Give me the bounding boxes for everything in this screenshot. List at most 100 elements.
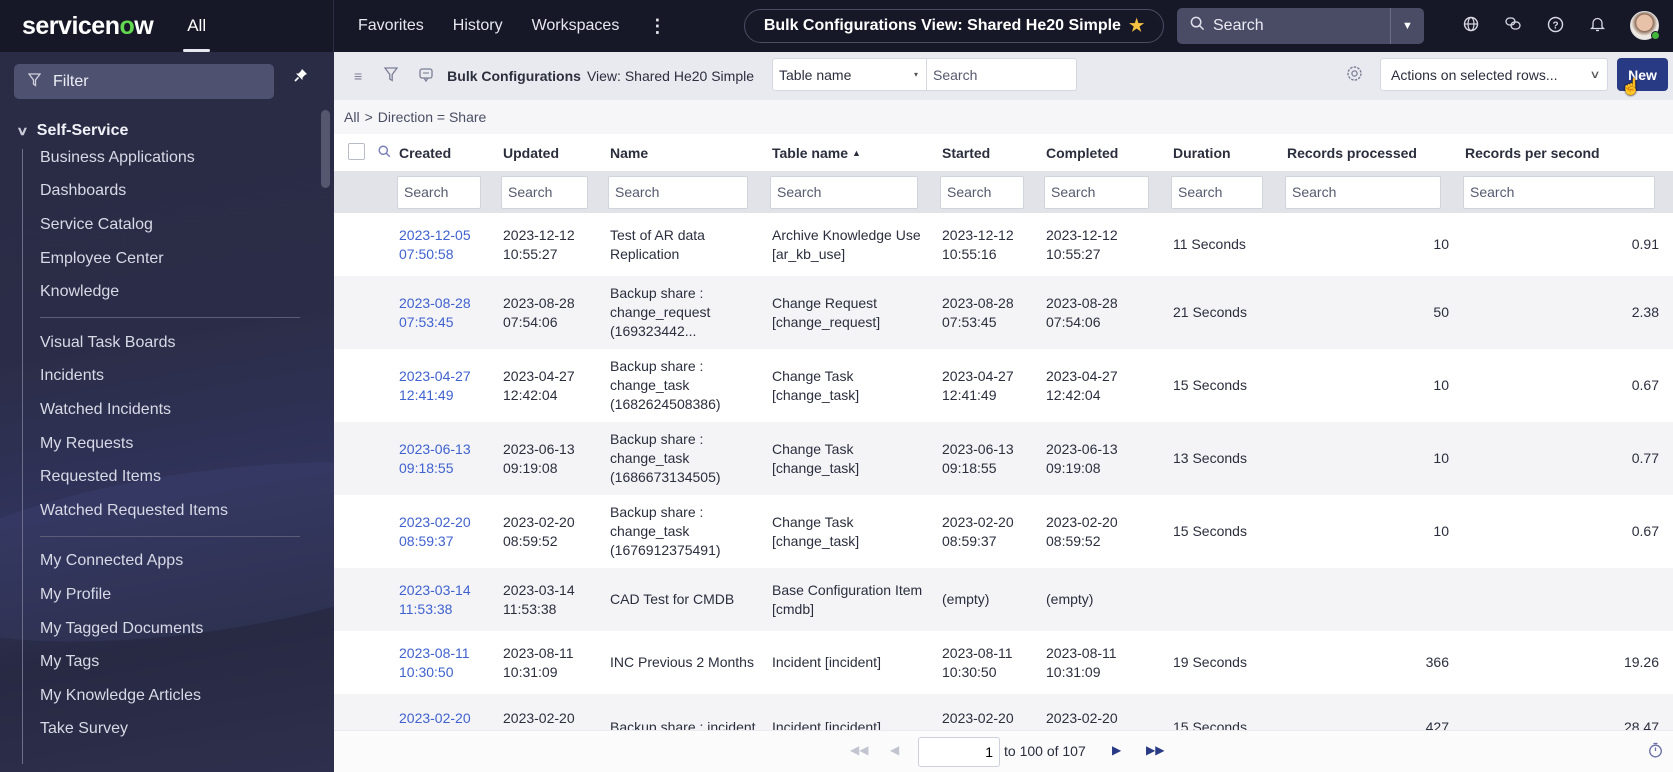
column-search-toggle <box>364 134 397 171</box>
search-table-name[interactable] <box>770 175 918 209</box>
sidebar-item-service-catalog[interactable]: Service Catalog <box>40 208 300 242</box>
user-avatar[interactable] <box>1630 11 1660 40</box>
search-updated[interactable] <box>501 175 588 209</box>
cell-created[interactable]: 2023-03-14 11:53:38 <box>397 568 501 631</box>
servicenow-logo[interactable]: servicenow <box>22 12 154 41</box>
nav-history[interactable]: History <box>453 17 503 35</box>
cell-created[interactable]: 2023-02-2008:59:36 <box>397 694 501 730</box>
top-icons: ? <box>1450 0 1618 52</box>
first-page-icon[interactable]: ◀◀ <box>850 743 868 757</box>
list-settings-gear-icon[interactable] <box>1346 65 1363 87</box>
section-self-service[interactable]: ∨ Self-Service <box>16 122 128 140</box>
cell-created[interactable]: 2023-08-11 10:30:50 <box>397 631 501 694</box>
chat-icon[interactable] <box>1492 16 1534 36</box>
table-row[interactable]: 2023-06-13 09:18:55 2023-06-13 09:19:08 Back… <box>334 422 1673 495</box>
list-view-label[interactable]: View: Shared He20 Simple <box>587 68 754 84</box>
table-row[interactable]: 2023-12-05 07:50:58 2023-12-12 10:55:27 Test… <box>334 213 1673 276</box>
cell-completed: 2023-12-12 10:55:27 <box>1044 213 1171 276</box>
cell-completed: 2023-04-27 12:42:04 <box>1044 349 1171 422</box>
search-icon[interactable] <box>378 144 391 161</box>
search-records-per-second[interactable] <box>1463 175 1655 209</box>
sidebar-scrollbar[interactable] <box>321 110 330 188</box>
cell-created[interactable]: 2023-06-13 09:18:55 <box>397 422 501 495</box>
breadcrumb-condition[interactable]: Direction = Share <box>378 109 487 125</box>
help-icon[interactable]: ? <box>1534 16 1576 37</box>
favorite-star-icon[interactable]: ★ <box>1129 16 1144 36</box>
last-page-icon[interactable]: ▶▶ <box>1146 743 1164 757</box>
table-row[interactable]: 2023-08-11 10:30:50 2023-08-11 10:31:09 INC … <box>334 631 1673 694</box>
sidebar-item-requested-items[interactable]: Requested Items <box>40 460 300 494</box>
column-header-name[interactable]: Name <box>608 134 770 171</box>
list-search-input[interactable] <box>927 58 1077 91</box>
sidebar-item-visual-task-boards[interactable]: Visual Task Boards <box>40 326 300 360</box>
nav-workspaces[interactable]: Workspaces <box>532 17 620 35</box>
column-header-created[interactable]: Created <box>397 134 501 171</box>
sidebar-item-my-requests[interactable]: My Requests <box>40 427 300 461</box>
cell-created[interactable]: 2023-12-05 07:50:58 <box>397 213 501 276</box>
column-header-records-per-second[interactable]: Records per second <box>1463 134 1673 171</box>
sidebar-item-take-survey[interactable]: Take Survey <box>40 713 300 747</box>
new-button[interactable]: New <box>1617 58 1668 91</box>
column-header-duration[interactable]: Duration <box>1171 134 1285 171</box>
cell-created[interactable]: 2023-04-27 12:41:49 <box>397 349 501 422</box>
search-scope-dropdown-icon[interactable]: ▼ <box>1390 8 1424 44</box>
search-completed[interactable] <box>1044 175 1149 209</box>
cell-created[interactable]: 2023-08-28 07:53:45 <box>397 276 501 349</box>
table-row[interactable]: 2023-02-20 08:59:37 2023-02-20 08:59:52 Back… <box>334 495 1673 568</box>
chevron-down-icon: ∨ <box>1589 69 1601 81</box>
list-filter-icon[interactable] <box>383 67 399 85</box>
sidebar-item-my-knowledge-articles[interactable]: My Knowledge Articles <box>40 679 300 713</box>
column-header-records-processed[interactable]: Records processed <box>1285 134 1463 171</box>
sidebar-item-knowledge[interactable]: Knowledge <box>40 275 300 309</box>
table-row[interactable]: 2023-03-14 11:53:38 2023-03-14 11:53:38 CAD … <box>334 568 1673 631</box>
cell-created[interactable]: 2023-02-20 08:59:37 <box>397 495 501 568</box>
top-nav-links: Favorites History Workspaces ⋮ <box>358 16 666 37</box>
table-row[interactable]: 2023-04-27 12:41:49 2023-04-27 12:42:04 Back… <box>334 349 1673 422</box>
notifications-bell-icon[interactable] <box>1576 16 1618 36</box>
cell-started: 2023-02-20 08:59:37 <box>940 495 1044 568</box>
pin-icon[interactable] <box>294 68 308 86</box>
response-time-icon[interactable] <box>1648 742 1663 762</box>
more-menu-icon[interactable]: ⋮ <box>648 16 666 37</box>
sidebar-item-my-tagged-documents[interactable]: My Tagged Documents <box>40 612 300 646</box>
global-search-input[interactable]: Search <box>1213 17 1390 35</box>
sidebar-item-incidents[interactable]: Incidents <box>40 360 300 394</box>
navigator-filter-input[interactable] <box>53 72 253 91</box>
actions-on-selected-rows-select[interactable]: Actions on selected rows... ∨ <box>1380 58 1608 91</box>
sidebar-item-my-profile[interactable]: My Profile <box>40 578 300 612</box>
search-records-processed[interactable] <box>1285 175 1441 209</box>
select-all-checkbox[interactable] <box>348 142 365 160</box>
column-header-started[interactable]: Started <box>940 134 1044 171</box>
table-row[interactable]: 2023-02-2008:59:362023-02-2008:59:51Back… <box>334 694 1673 730</box>
nav-favorites[interactable]: Favorites <box>358 17 424 35</box>
search-field-select[interactable]: Table name ▾ <box>772 58 927 91</box>
column-header-completed[interactable]: Completed <box>1044 134 1171 171</box>
context-title-pill[interactable]: Bulk Configurations View: Shared He20 Si… <box>744 9 1164 43</box>
previous-page-icon[interactable]: ◀ <box>890 743 899 757</box>
sidebar-item-my-tags[interactable]: My Tags <box>40 645 300 679</box>
list-context-menu-icon[interactable]: ≡ <box>354 68 362 84</box>
cell-records-per-second: 28.47 <box>1463 694 1673 730</box>
column-header-table-name[interactable]: Table name ▲ <box>770 134 940 171</box>
globe-icon[interactable] <box>1450 16 1492 36</box>
sidebar-item-business-applications[interactable]: Business Applications <box>40 141 300 175</box>
global-search[interactable]: Search ▼ <box>1177 8 1424 44</box>
next-page-icon[interactable]: ▶ <box>1112 743 1121 757</box>
search-duration[interactable] <box>1171 175 1263 209</box>
search-started[interactable] <box>940 175 1024 209</box>
all-menu-tab[interactable]: All <box>183 0 210 52</box>
navigator-filter[interactable] <box>14 64 274 99</box>
table-row[interactable]: 2023-08-28 07:53:45 2023-08-28 07:54:06 Back… <box>334 276 1673 349</box>
search-created[interactable] <box>397 175 481 209</box>
cell-duration: 21 Seconds <box>1171 276 1285 349</box>
sidebar-item-dashboards[interactable]: Dashboards <box>40 175 300 209</box>
sidebar-item-watched-requested-items[interactable]: Watched Requested Items <box>40 494 300 528</box>
comment-icon[interactable] <box>419 67 433 85</box>
sidebar-item-watched-incidents[interactable]: Watched Incidents <box>40 393 300 427</box>
sidebar-item-employee-center[interactable]: Employee Center <box>40 242 300 276</box>
breadcrumb-all[interactable]: All <box>344 109 360 125</box>
search-name[interactable] <box>608 175 748 209</box>
sidebar-item-my-connected-apps[interactable]: My Connected Apps <box>40 545 300 579</box>
column-header-updated[interactable]: Updated <box>501 134 608 171</box>
page-number-input[interactable] <box>918 737 1000 767</box>
